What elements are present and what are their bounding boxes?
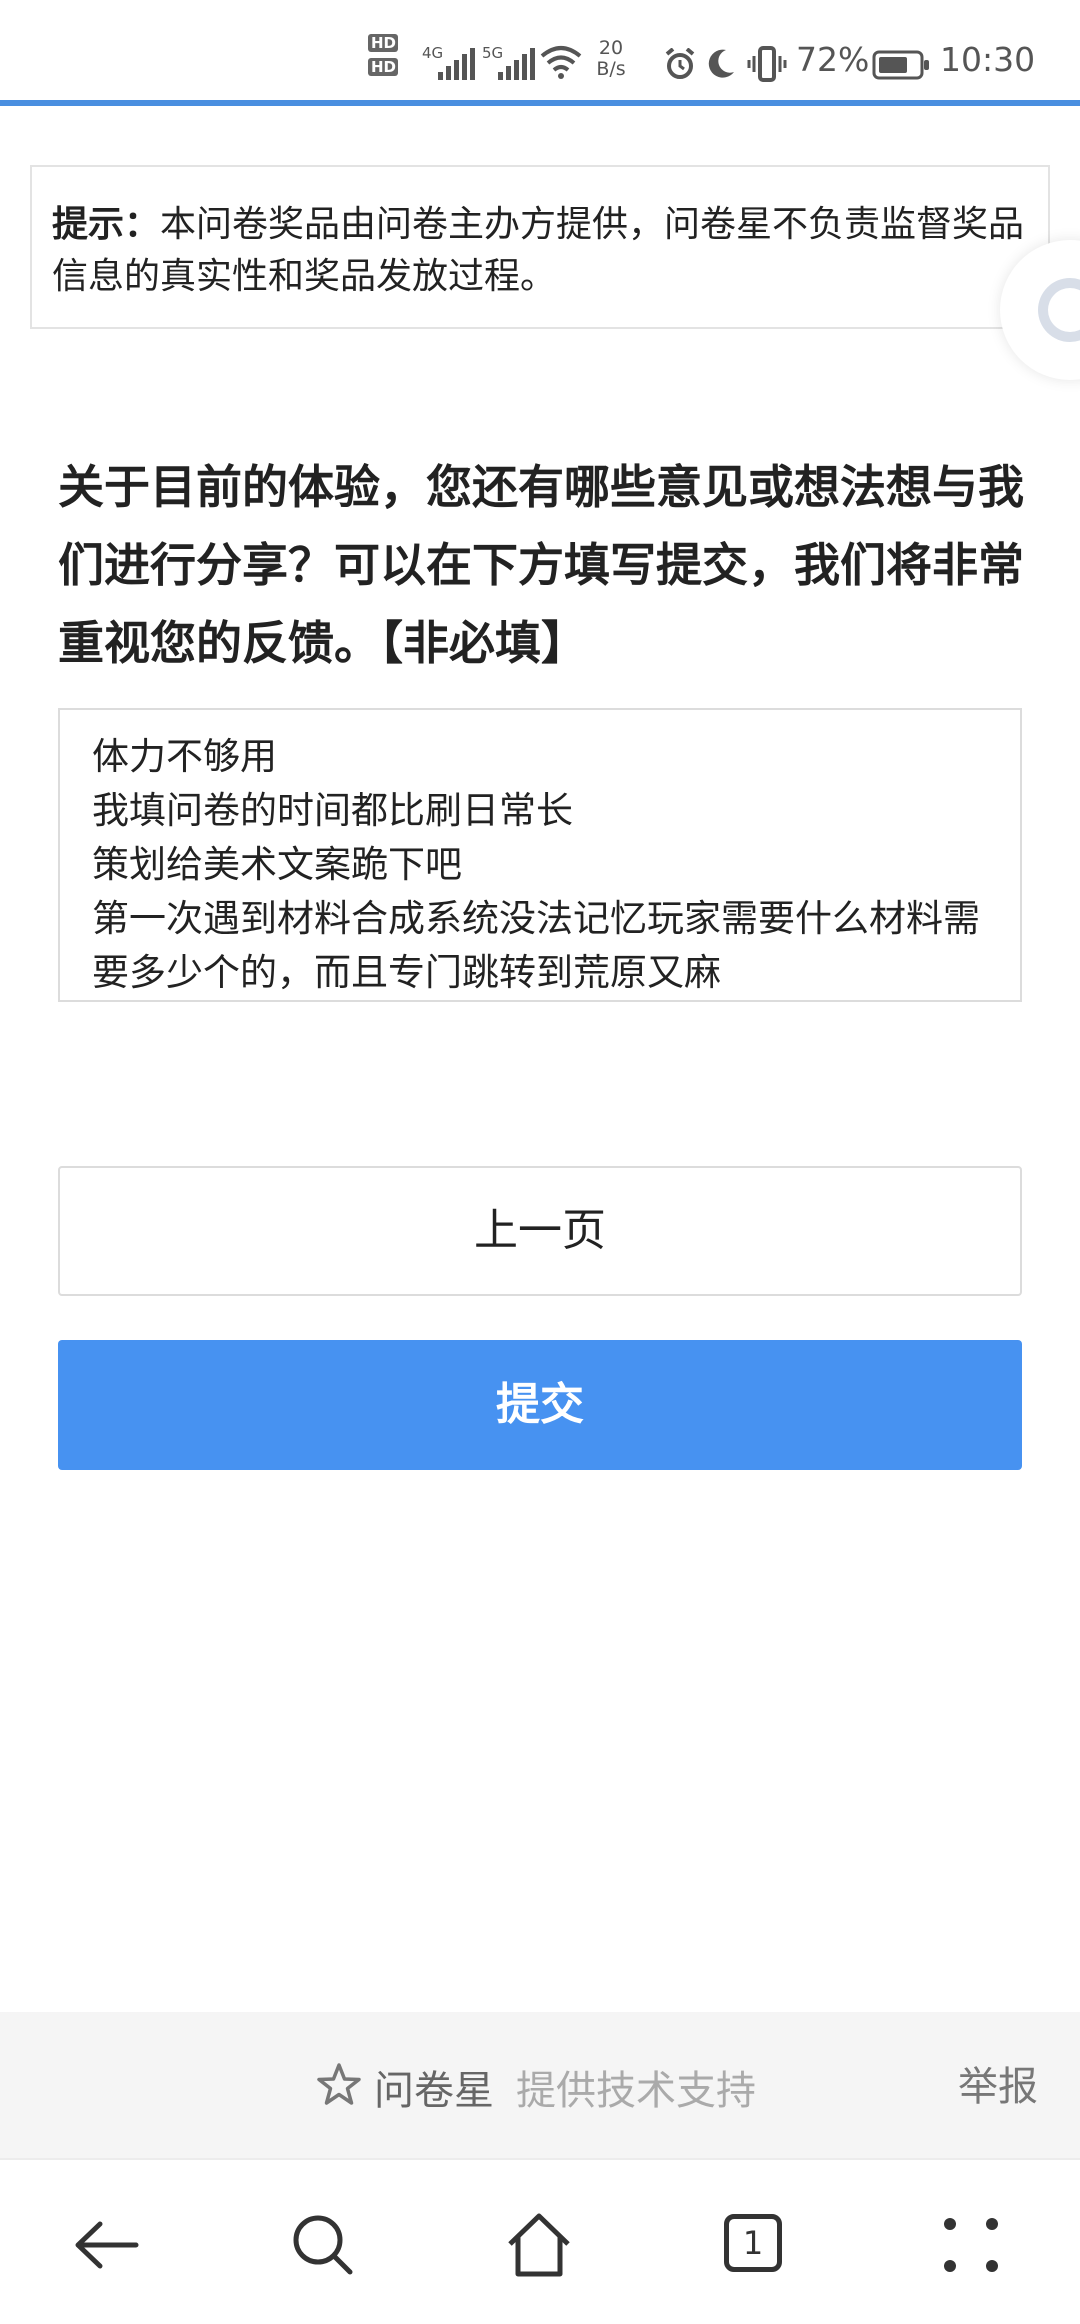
hd-icon: HD HD [368, 34, 416, 82]
footer: 问卷星 提供技术支持 举报 [0, 2012, 1080, 2158]
menu-dots-icon[interactable] [936, 2210, 1006, 2280]
wifi-icon [540, 46, 582, 79]
star-icon [317, 2063, 361, 2105]
search-icon[interactable] [288, 2210, 358, 2280]
report-link[interactable]: 举报 [958, 2054, 1038, 2112]
previous-page-button[interactable]: 上一页 [58, 1166, 1022, 1296]
alarm-icon [665, 48, 695, 79]
feedback-textarea[interactable]: 体力不够用 我填问卷的时间都比刷日常长 策划给美术文案跪下吧 第一次遇到材料合成… [58, 708, 1022, 1002]
question-title: 关于目前的体验，您还有哪些意见或想法想与我们进行分享？可以在下方填写提交，我们将… [58, 460, 1024, 670]
loading-ring-icon [1038, 278, 1080, 342]
survey-page: HD HD 4G 5G 20 B/s 72% 10:30 提示：本问卷奖品由问卷… [0, 0, 1080, 2324]
hd-label-2: HD [368, 58, 398, 76]
notice-label: 提示： [52, 204, 161, 245]
network-speed-value: 20 [598, 37, 624, 59]
network-speed: 20 B/s [590, 38, 632, 80]
battery-percent: 72% [796, 40, 870, 79]
browser-nav-bar: 1 [0, 2158, 1080, 2324]
network-speed-unit: B/s [596, 58, 626, 80]
home-icon[interactable] [504, 2210, 574, 2280]
vibrate-icon [747, 46, 787, 82]
moon-icon [708, 49, 734, 78]
tabs-button[interactable]: 1 [720, 2210, 790, 2280]
submit-button[interactable]: 提交 [58, 1340, 1022, 1470]
back-arrow-icon[interactable] [72, 2210, 142, 2280]
status-bar: HD HD 4G 5G 20 B/s 72% 10:30 [0, 0, 1080, 106]
tab-count-icon: 1 [724, 2214, 782, 2272]
prize-notice: 提示：本问卷奖品由问卷主办方提供，问卷星不负责监督奖品信息的真实性和奖品发放过程… [30, 165, 1050, 329]
footer-support-text: 提供技术支持 [516, 2068, 756, 2114]
footer-brand-link[interactable]: 问卷星 [374, 2058, 494, 2116]
notice-text: 本问卷奖品由问卷主办方提供，问卷星不负责监督奖品信息的真实性和奖品发放过程。 [52, 204, 1025, 297]
clock-time: 10:30 [940, 40, 1036, 79]
hd-label-1: HD [368, 34, 398, 52]
battery-icon [872, 50, 929, 80]
